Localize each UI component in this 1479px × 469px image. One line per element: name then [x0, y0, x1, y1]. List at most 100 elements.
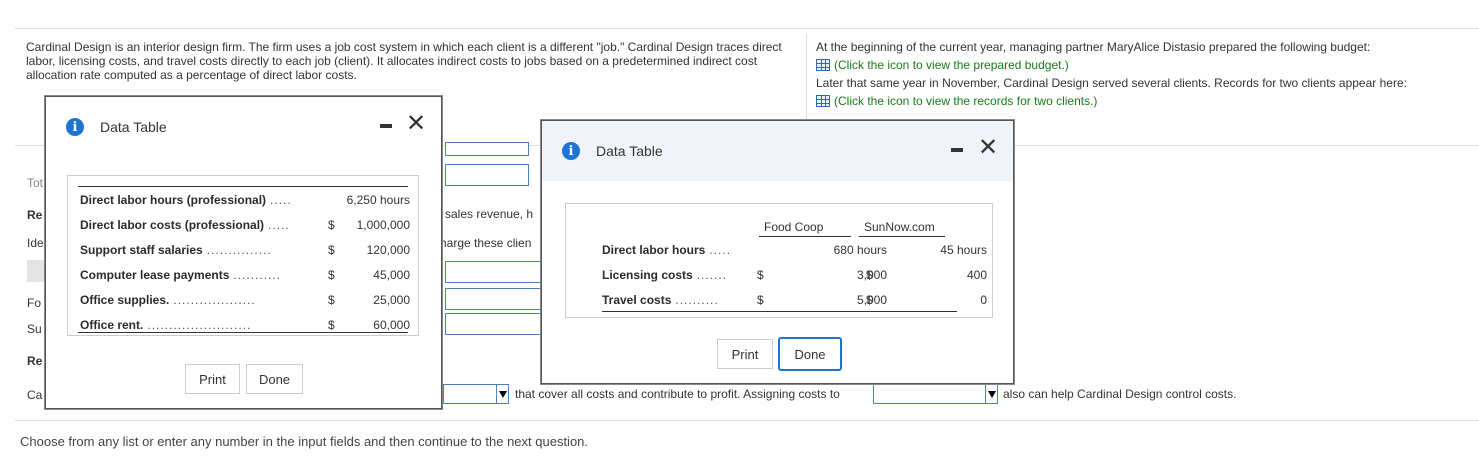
records-link-text[interactable]: (Click the icon to view the records for … [834, 94, 1097, 108]
column-header-label: SunNow.com [864, 220, 935, 234]
instruction-text: Choose from any list or enter any number… [20, 434, 589, 449]
partial-label-tot: Tot [27, 176, 44, 190]
info-icon: i [66, 118, 84, 136]
sunnow-value: 0 [980, 293, 987, 307]
row-label: Direct labor hours (professional) [80, 193, 267, 207]
partial-label-fo: Fo [27, 296, 42, 310]
header-rule [759, 236, 851, 237]
print-button[interactable]: Print [717, 339, 773, 369]
question-sentence-part: that cover all costs and contribute to p… [515, 387, 840, 401]
column-divider [806, 34, 807, 124]
currency-symbol: $ [328, 218, 335, 232]
done-button[interactable]: Done [246, 364, 303, 394]
column-header-sunnow: SunNow.com [864, 219, 935, 235]
row-value: 25,000 [373, 293, 410, 307]
leader-dots: ....... [696, 268, 728, 282]
currency-symbol: $ [328, 268, 335, 282]
intro-right-panel: At the beginning of the current year, ma… [816, 40, 1471, 112]
answer-input[interactable] [445, 164, 529, 186]
answer-input[interactable] [445, 313, 545, 335]
table-row: Office supplies.................... $25,0… [80, 292, 410, 308]
question-text-fragment: sales revenue, h [445, 207, 534, 221]
dialog-title: Data Table [100, 119, 167, 135]
sunnow-value: 400 [966, 268, 987, 282]
leader-dots: ........... [233, 268, 282, 282]
leader-dots: ............... [206, 243, 272, 257]
minimize-icon[interactable] [380, 124, 392, 128]
chevron-down-icon[interactable] [985, 385, 997, 403]
table-icon[interactable] [816, 59, 830, 71]
done-button[interactable]: Done [778, 337, 842, 371]
leader-dots: ..... [268, 218, 290, 232]
row-label: Support staff salaries [80, 243, 203, 257]
row-label: Licensing costs [602, 268, 693, 282]
row-label: Direct labor hours [602, 243, 706, 257]
budget-intro-text: At the beginning of the current year, ma… [816, 40, 1371, 54]
partial-label-re2: Re [27, 354, 43, 368]
records-link[interactable]: (Click the icon to view the records for … [816, 94, 1471, 108]
table-row: Direct labor costs (professional)..... $1… [80, 217, 410, 233]
column-header-food-coop: Food Coop [764, 219, 823, 235]
dialog-title: Data Table [596, 143, 663, 159]
table-icon[interactable] [816, 95, 830, 107]
table-row: Direct labor hours..... 680 hours 45 hours [602, 242, 987, 258]
footer-divider [15, 420, 1479, 421]
table-row: Office rent......................... $60,… [80, 317, 410, 333]
chevron-down-icon[interactable] [496, 385, 508, 403]
currency-symbol: $ [328, 318, 335, 332]
records-intro-text: Later that same year in November, Cardin… [816, 76, 1407, 90]
row-value: 60,000 [373, 318, 410, 332]
leader-dots: .......... [675, 293, 719, 307]
answer-input[interactable] [445, 142, 529, 156]
leader-dots: ..... [270, 193, 292, 207]
answer-dropdown[interactable] [873, 384, 998, 404]
leader-dots: ................... [173, 293, 256, 307]
row-label: Office supplies. [80, 293, 170, 307]
row-label: Direct labor costs (professional) [80, 218, 265, 232]
budget-table: Direct labor hours (professional)..... 6,… [67, 175, 419, 336]
currency-symbol: $ [866, 268, 873, 282]
table-row: Travel costs.......... $5,000 $0 [602, 292, 987, 308]
budget-link-text[interactable]: (Click the icon to view the prepared bud… [834, 58, 1069, 72]
table-row: Computer lease payments........... $45,00… [80, 267, 410, 283]
minimize-icon[interactable] [951, 148, 963, 152]
partial-label-ca: Ca [27, 388, 43, 402]
print-button[interactable]: Print [185, 364, 240, 394]
row-label: Office rent. [80, 318, 144, 332]
dialog-header: i Data Table ✕ [542, 121, 1013, 181]
header-rule [859, 236, 945, 237]
food-coop-value: 680 hours [833, 243, 887, 257]
gray-cell [27, 260, 47, 282]
row-value: 1,000,000 [356, 218, 410, 232]
column-header-label: Food Coop [764, 220, 824, 234]
leader-dots: ..... [709, 243, 732, 257]
close-icon[interactable]: ✕ [978, 135, 998, 159]
currency-symbol: $ [328, 293, 335, 307]
currency-symbol: $ [757, 268, 764, 282]
leader-dots: ........................ [147, 318, 252, 332]
answer-dropdown[interactable] [443, 384, 509, 404]
close-icon[interactable]: ✕ [406, 111, 426, 135]
table-top-rule [78, 186, 408, 187]
partial-label-re: Re [27, 208, 43, 222]
table-bottom-rule [602, 311, 957, 312]
row-label: Travel costs [602, 293, 672, 307]
row-value: 6,250 hours [346, 193, 410, 207]
table-row: Licensing costs....... $3,000 $400 [602, 267, 987, 283]
answer-input[interactable] [445, 261, 545, 283]
row-label: Computer lease payments [80, 268, 230, 282]
currency-symbol: $ [757, 293, 764, 307]
sunnow-value: 45 hours [940, 243, 987, 257]
table-row: Direct labor hours (professional)..... 6,… [80, 192, 410, 208]
dialog-header: i Data Table ✕ [46, 97, 441, 157]
records-data-table-dialog[interactable]: i Data Table ✕ Food Coop SunNow.com Dire… [541, 120, 1014, 384]
row-value: 45,000 [373, 268, 410, 282]
intro-paragraph: Cardinal Design is an interior design fi… [26, 40, 782, 82]
question-sentence-part: also can help Cardinal Design control co… [1003, 387, 1237, 401]
currency-symbol: $ [866, 293, 873, 307]
currency-symbol: $ [328, 243, 335, 257]
records-table: Food Coop SunNow.com Direct labor hours.… [565, 203, 993, 318]
budget-data-table-dialog[interactable]: i Data Table ✕ Direct labor hours (profe… [45, 96, 442, 409]
answer-input[interactable] [445, 288, 545, 310]
budget-link[interactable]: (Click the icon to view the prepared bud… [816, 58, 1471, 72]
